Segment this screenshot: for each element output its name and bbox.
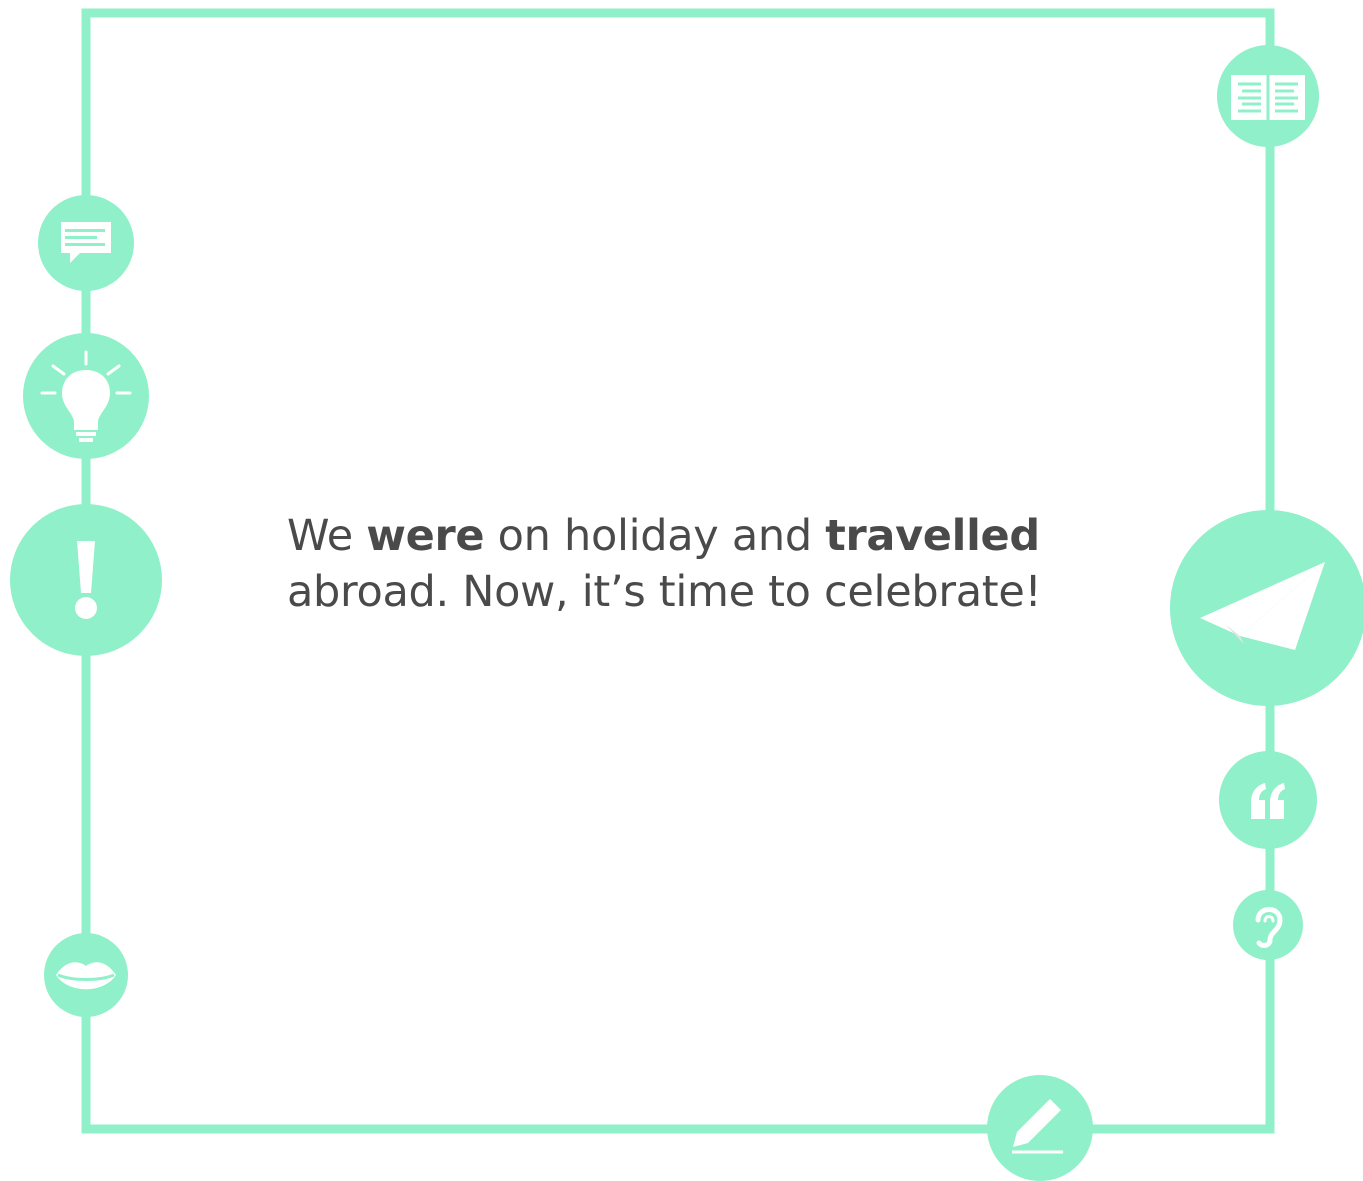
sentence-line-2: abroad. Now, it’s time to celebrate! [287,567,1042,617]
paper-plane-icon [1170,510,1363,706]
speech-bubble-icon [38,195,134,291]
ear-icon [1233,890,1303,960]
pencil-icon [987,1075,1093,1181]
newspaper-icon [1217,45,1319,147]
quote-icon [1219,751,1317,849]
exclamation-icon [10,504,162,656]
sentence: We were on holiday and travelled abroad. … [287,508,1087,620]
lightbulb-icon [23,333,149,459]
lips-icon [44,933,128,1017]
sentence-word-were: were [366,511,485,561]
sentence-word-we: We [287,511,353,561]
sentence-phrase: on holiday and [497,511,812,561]
sentence-word-travelled: travelled [825,511,1040,561]
